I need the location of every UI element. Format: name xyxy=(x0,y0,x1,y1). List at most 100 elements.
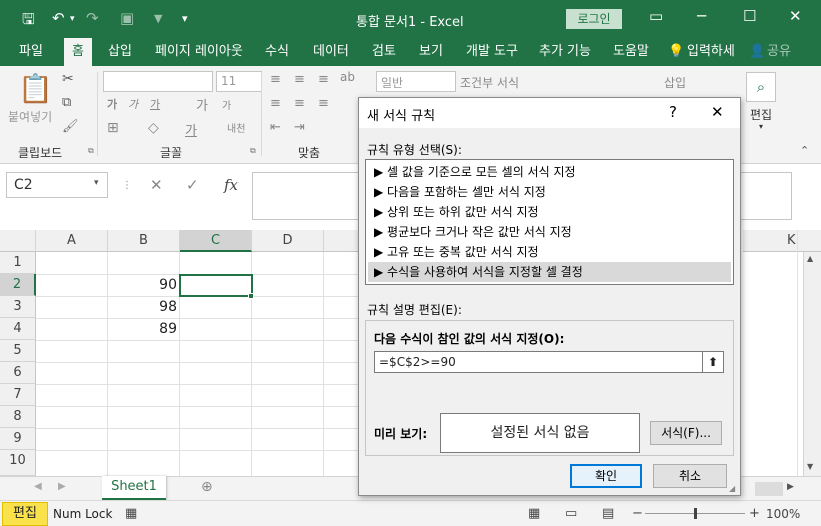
underline-icon[interactable]: 가 xyxy=(150,96,160,112)
row-header[interactable]: 10 xyxy=(0,450,36,476)
bold-icon[interactable]: 가 xyxy=(107,96,117,112)
tab-addins[interactable]: 추가 기능 xyxy=(539,38,591,66)
column-header[interactable]: D xyxy=(252,230,324,252)
name-box[interactable]: C2 xyxy=(6,172,108,198)
rule-type-item[interactable]: ▶ 고유 또는 중복 값만 서식 지정 xyxy=(368,242,731,262)
page-break-view-icon[interactable]: ▤ xyxy=(602,506,614,521)
ok-button[interactable]: 확인 xyxy=(570,464,642,488)
tab-data[interactable]: 데이터 xyxy=(313,38,349,66)
zoom-slider-thumb[interactable] xyxy=(694,508,697,519)
share-button[interactable]: 공유 xyxy=(767,38,791,66)
copy-icon[interactable]: ⧉ xyxy=(62,95,71,110)
cell-b3[interactable]: 98 xyxy=(107,296,177,318)
insert-function-icon[interactable]: fx xyxy=(224,176,238,194)
camera-icon[interactable]: ▣ xyxy=(120,9,134,27)
column-header[interactable] xyxy=(324,230,360,252)
cancel-button[interactable]: 취소 xyxy=(653,464,727,488)
maximize-icon[interactable]: ☐ xyxy=(743,7,756,25)
selected-cell-outline[interactable] xyxy=(179,274,253,297)
row-header[interactable]: 9 xyxy=(0,428,36,450)
align-left-icon[interactable]: ≡ xyxy=(270,96,281,111)
increase-indent-icon[interactable]: ⇥ xyxy=(294,120,305,135)
row-header[interactable]: 7 xyxy=(0,384,36,406)
ribbon-display-icon[interactable]: ▭ xyxy=(649,7,663,25)
scroll-right-icon[interactable]: ▶ xyxy=(787,482,794,492)
confirm-entry-icon[interactable]: ✓ xyxy=(186,176,199,194)
dialog-close-icon[interactable]: ✕ xyxy=(711,103,724,121)
shrink-font-icon[interactable]: 가 xyxy=(222,97,231,112)
more-qat-icon[interactable]: ▾ xyxy=(182,12,188,25)
column-header-k[interactable]: K xyxy=(787,233,796,248)
tab-help[interactable]: 도움말 xyxy=(613,38,649,66)
scroll-down-icon[interactable]: ▼ xyxy=(807,462,813,471)
format-button[interactable]: 서식(F)... xyxy=(650,421,722,445)
cell-b4[interactable]: 89 xyxy=(107,318,177,340)
row-header[interactable]: 8 xyxy=(0,406,36,428)
add-sheet-icon[interactable]: ⊕ xyxy=(201,479,213,495)
align-center-icon[interactable]: ≡ xyxy=(294,96,305,111)
sheet-tab[interactable]: Sheet1 xyxy=(102,476,166,500)
tab-home[interactable]: 홈 xyxy=(64,38,92,68)
find-icon[interactable]: ⌕ xyxy=(746,72,776,102)
rule-type-list[interactable]: ▶ 셀 값을 기준으로 모든 셀의 서식 지정 ▶ 다음을 포함하는 셀만 서식… xyxy=(365,159,734,285)
select-all-corner[interactable] xyxy=(0,230,36,252)
row-header[interactable]: 3 xyxy=(0,296,36,318)
rule-type-item[interactable]: ▶ 평균보다 크거나 작은 값만 서식 지정 xyxy=(368,222,731,242)
align-middle-icon[interactable]: ≡ xyxy=(294,72,305,87)
paste-button[interactable]: 붙여넣기 xyxy=(8,108,52,125)
conditional-format-button[interactable]: 조건부 서식 xyxy=(460,74,519,91)
tab-insert[interactable]: 삽입 xyxy=(108,38,132,66)
font-name-dropdown[interactable] xyxy=(103,71,213,92)
zoom-out-icon[interactable]: − xyxy=(632,506,643,521)
italic-icon[interactable]: 가 xyxy=(128,96,138,112)
font-color-icon[interactable]: 가 xyxy=(185,120,197,139)
tab-formulas[interactable]: 수식 xyxy=(265,38,289,66)
fill-color-icon[interactable]: ◇ xyxy=(148,120,159,136)
normal-view-icon[interactable]: ▦ xyxy=(528,506,540,521)
tab-review[interactable]: 검토 xyxy=(372,38,396,66)
row-header[interactable]: 6 xyxy=(0,362,36,384)
format-painter-icon[interactable]: 🖌 xyxy=(62,119,79,134)
font-size-dropdown[interactable]: 11 xyxy=(216,71,262,92)
login-button[interactable]: 로그인 xyxy=(566,9,622,29)
phonetic-icon[interactable]: 내천 xyxy=(227,120,245,135)
align-top-icon[interactable]: ≡ xyxy=(270,72,281,87)
fill-handle[interactable] xyxy=(248,293,254,299)
grow-font-icon[interactable]: 가 xyxy=(196,95,208,114)
column-header[interactable]: A xyxy=(36,230,108,252)
cancel-entry-icon[interactable]: ✕ xyxy=(150,176,163,194)
tab-view[interactable]: 보기 xyxy=(419,38,443,66)
undo-icon[interactable]: ↶ xyxy=(52,9,65,27)
vertical-scrollbar[interactable] xyxy=(803,252,821,476)
zoom-in-icon[interactable]: + xyxy=(749,506,760,521)
editing-dropdown-icon[interactable]: ▾ xyxy=(759,122,763,131)
share-icon[interactable]: 👤 xyxy=(749,38,765,66)
formula-input-field[interactable]: =$C$2>=90 xyxy=(374,351,724,373)
collapse-dialog-icon[interactable]: ⬆ xyxy=(702,352,723,372)
tab-developer[interactable]: 개발 도구 xyxy=(466,38,518,66)
cell-b2[interactable]: 90 xyxy=(107,274,177,296)
row-header[interactable]: 4 xyxy=(0,318,36,340)
clipboard-launcher-icon[interactable]: ⧉ xyxy=(88,146,94,156)
tab-file[interactable]: 파일 xyxy=(19,38,43,66)
insert-cells-button[interactable]: 삽입 xyxy=(664,74,686,91)
editing-button[interactable]: 편집 xyxy=(750,106,772,123)
worksheet-grid-right[interactable]: K ▲ ▼ xyxy=(743,230,821,476)
border-icon[interactable]: ⊞ xyxy=(107,120,119,136)
tab-page-layout[interactable]: 페이지 레이아웃 xyxy=(155,38,243,66)
minimize-icon[interactable]: ─ xyxy=(697,7,706,25)
column-header[interactable]: C xyxy=(180,230,252,252)
rule-type-item[interactable]: ▶ 상위 또는 하위 값만 서식 지정 xyxy=(368,202,731,222)
page-layout-view-icon[interactable]: ▭ xyxy=(565,506,577,521)
row-header[interactable]: 1 xyxy=(0,252,36,274)
close-icon[interactable]: ✕ xyxy=(789,7,802,25)
tell-me-search[interactable]: 입력하세 xyxy=(687,38,735,66)
rule-type-item[interactable]: ▶ 다음을 포함하는 셀만 서식 지정 xyxy=(368,182,731,202)
next-sheet-icon[interactable]: ▶ xyxy=(58,481,66,492)
decrease-indent-icon[interactable]: ⇤ xyxy=(270,120,281,135)
paste-icon[interactable]: 📋 xyxy=(18,72,53,105)
collapse-ribbon-icon[interactable]: ⌃ xyxy=(800,144,809,157)
rule-type-item-selected[interactable]: ▶ 수식을 사용하여 서식을 지정할 셀 결정 xyxy=(368,262,731,282)
name-box-dropdown-icon[interactable]: ▾ xyxy=(94,178,99,188)
customize-qat-icon[interactable]: ▼ xyxy=(154,12,162,25)
